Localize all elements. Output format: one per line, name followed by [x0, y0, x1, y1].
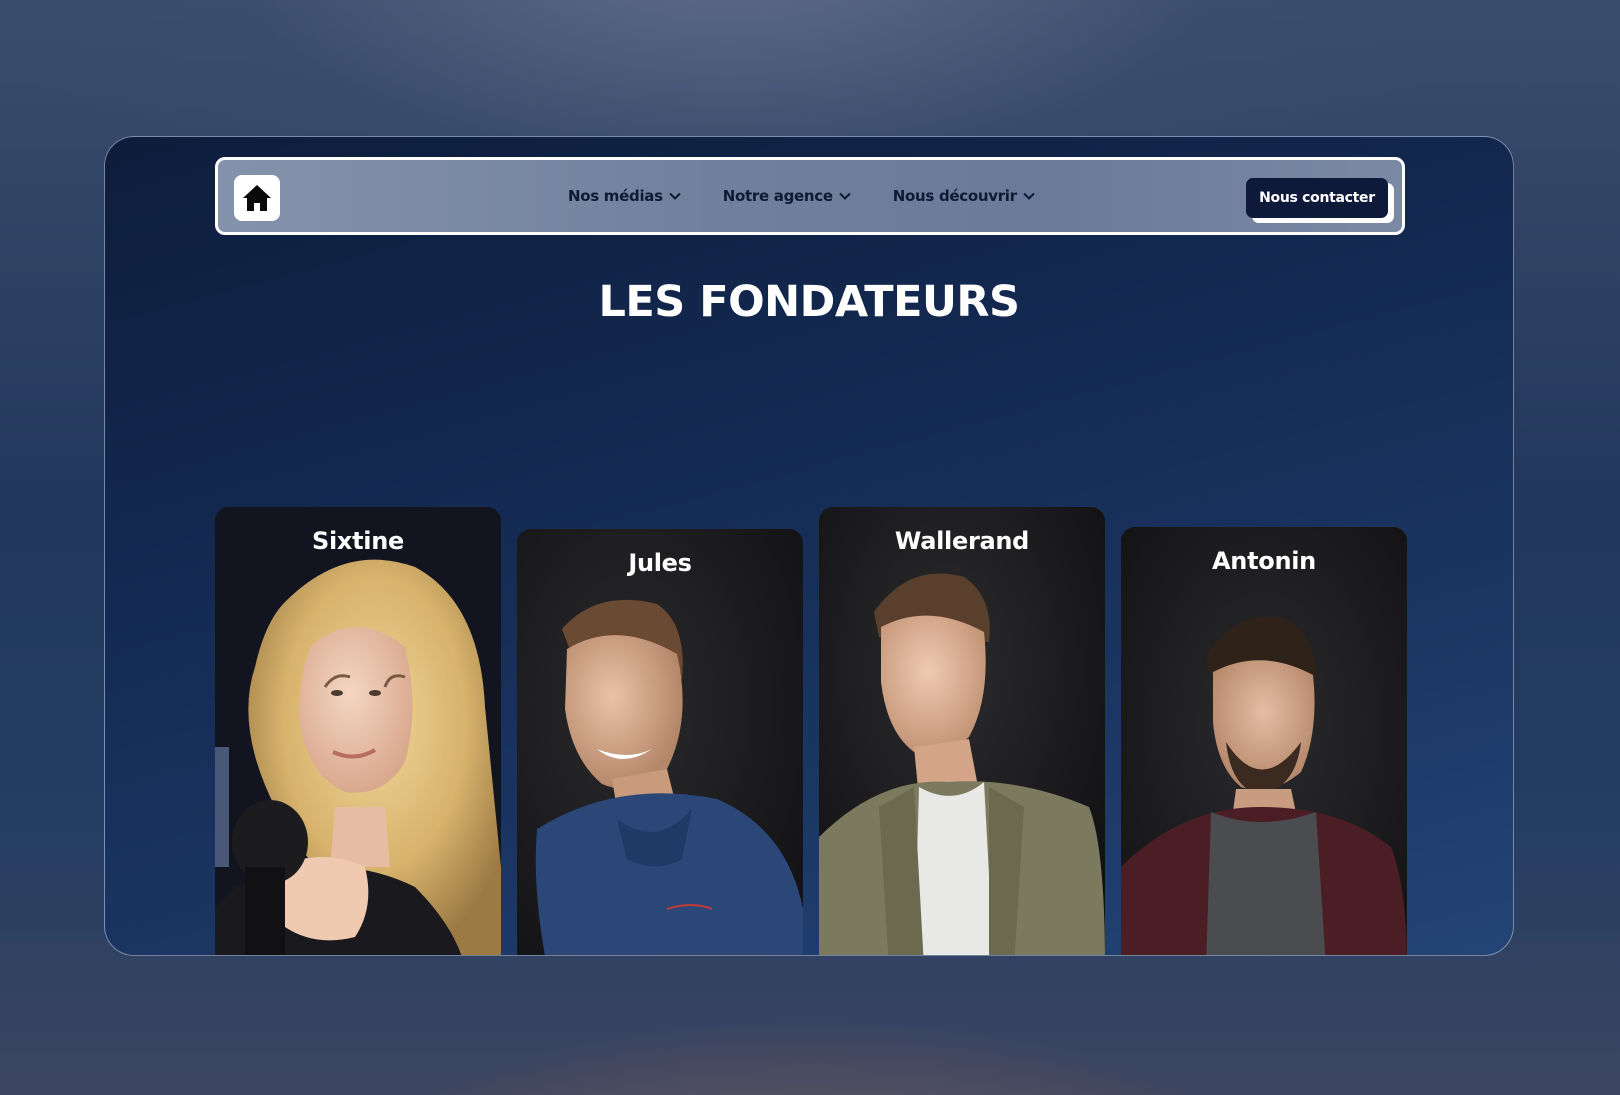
- chevron-down-icon: [1023, 192, 1035, 200]
- founder-name: Sixtine: [312, 527, 404, 555]
- chevron-down-icon: [839, 192, 851, 200]
- founder-name: Wallerand: [894, 527, 1030, 555]
- section-title: LES FONDATEURS: [598, 277, 1020, 327]
- nav-item-nous-decouvrir[interactable]: Nous découvrir: [893, 187, 1035, 205]
- home-icon: [243, 185, 271, 211]
- nav-item-label: Nos médias: [568, 187, 663, 205]
- founder-photo: [819, 507, 1105, 955]
- founder-name: Jules: [628, 549, 692, 577]
- home-button[interactable]: [234, 175, 280, 221]
- founder-card-wallerand[interactable]: Wallerand: [819, 507, 1105, 955]
- nav-item-nos-medias[interactable]: Nos médias: [568, 187, 681, 205]
- founder-photo: [517, 529, 803, 955]
- founder-card-sixtine[interactable]: Sixtine: [215, 507, 501, 955]
- navbar: Nos médias Notre agence Nous découvrir N…: [215, 157, 1405, 235]
- nav-item-label: Nous découvrir: [892, 187, 1017, 205]
- nav-item-notre-agence[interactable]: Notre agence: [723, 187, 851, 205]
- founder-photo: [1121, 527, 1407, 955]
- nav-item-label: Notre agence: [722, 187, 833, 205]
- contact-button[interactable]: Nous contacter: [1246, 178, 1388, 218]
- nav-links: Nos médias Notre agence Nous découvrir: [568, 160, 1035, 232]
- contact-button-wrap: Nous contacter: [1246, 178, 1394, 223]
- founder-card-jules[interactable]: Jules: [517, 529, 803, 955]
- chevron-down-icon: [669, 192, 681, 200]
- browser-frame: Nos médias Notre agence Nous découvrir N…: [104, 136, 1514, 956]
- founder-name: Antonin: [1212, 547, 1316, 575]
- founder-card-antonin[interactable]: Antonin: [1121, 527, 1407, 955]
- founder-photo: [215, 507, 501, 955]
